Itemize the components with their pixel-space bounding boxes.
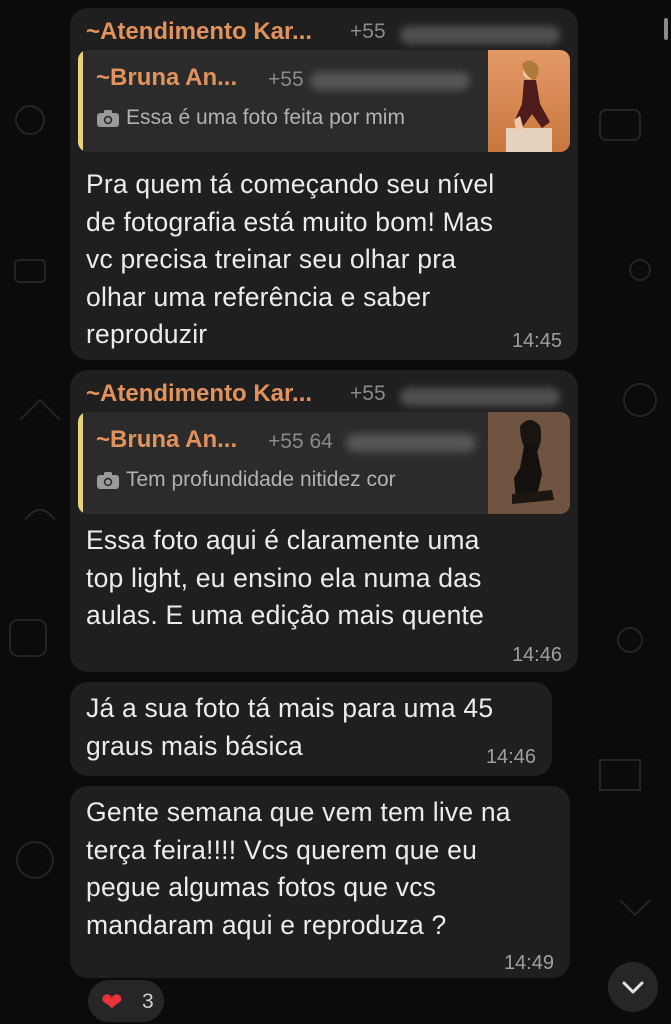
- sender-phone: +55: [350, 20, 386, 43]
- message-time: 14:49: [503, 952, 554, 974]
- redacted-phone: [346, 434, 476, 452]
- redacted-phone: [400, 388, 560, 406]
- sender-name[interactable]: ~Atendimento Kar...: [86, 18, 312, 46]
- quoted-text: Essa é uma foto feita por mim: [126, 106, 405, 129]
- message-text: Essa foto aqui é claramente uma top ligh…: [86, 525, 485, 630]
- quoted-sender: ~Bruna An...: [96, 426, 238, 453]
- quoted-photo-thumbnail[interactable]: [488, 50, 570, 152]
- quote-bar: [78, 50, 83, 152]
- quoted-message[interactable]: ~Bruna An... +55 Essa é uma foto feita p…: [78, 50, 570, 152]
- message-text: Já a sua foto tá mais para uma 45 graus …: [86, 693, 494, 761]
- quoted-message[interactable]: ~Bruna An... +55 64 Tem profundidade nit…: [78, 412, 570, 514]
- quoted-phone: +55: [268, 68, 304, 91]
- message-time: 14:45: [511, 330, 562, 352]
- heart-icon: ❤: [101, 987, 123, 1017]
- reaction-pill[interactable]: ❤ 3: [86, 978, 166, 1024]
- message-bubble-4[interactable]: Gente semana que vem tem live na terça f…: [70, 786, 570, 978]
- message-bubble-1[interactable]: ~Atendimento Kar... +55 ~Bruna An... +55…: [70, 8, 578, 360]
- message-text: Gente semana que vem tem live na terça f…: [86, 797, 511, 940]
- redacted-phone: [400, 26, 560, 44]
- quoted-photo-thumbnail[interactable]: [488, 412, 570, 514]
- scroll-to-bottom-button[interactable]: [608, 962, 658, 1012]
- quoted-sender: ~Bruna An...: [96, 64, 238, 91]
- quoted-text: Tem profundidade nitidez cor: [126, 468, 396, 491]
- camera-icon: [97, 110, 119, 127]
- message-text: Pra quem tá começando seu nível de fotog…: [86, 169, 495, 349]
- quote-bar: [78, 412, 83, 514]
- message-bubble-3[interactable]: Já a sua foto tá mais para uma 45 graus …: [70, 682, 552, 776]
- redacted-phone: [310, 72, 470, 90]
- scrollbar[interactable]: [664, 18, 668, 40]
- sender-name[interactable]: ~Atendimento Kar...: [86, 380, 312, 408]
- message-time: 14:46: [485, 746, 536, 768]
- quoted-phone: +55 64: [268, 430, 333, 453]
- sender-phone: +55: [350, 382, 386, 405]
- message-bubble-2[interactable]: ~Atendimento Kar... +55 ~Bruna An... +55…: [70, 370, 578, 672]
- camera-icon: [97, 472, 119, 489]
- message-time: 14:46: [511, 644, 562, 666]
- reaction-count: 3: [142, 990, 154, 1013]
- chevron-down-icon: [622, 981, 644, 994]
